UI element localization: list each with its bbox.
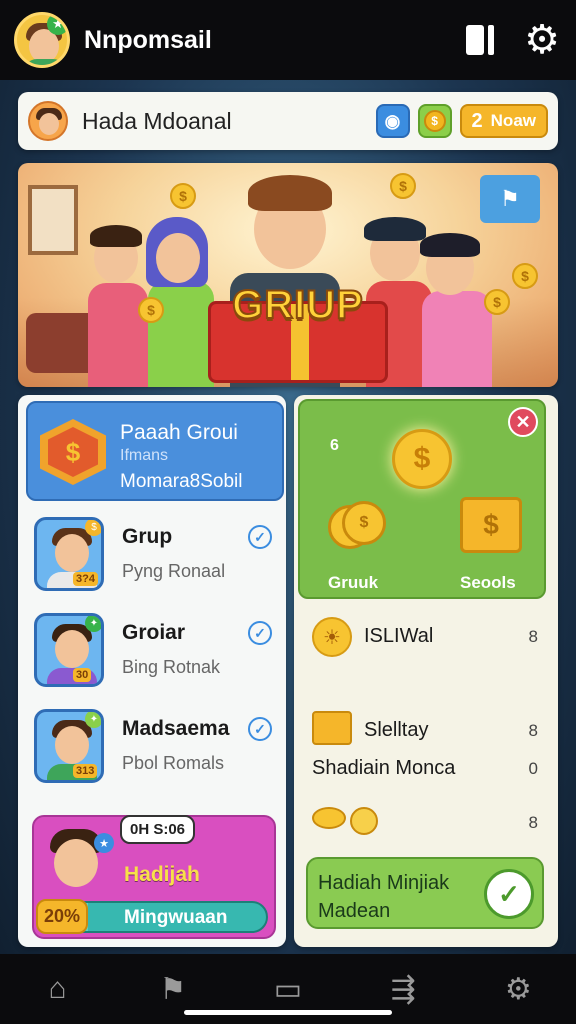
gift-label: Hadijah	[124, 863, 200, 886]
member-item[interactable]: 30 ✦ Groiar Bing Rotnak ✓	[34, 609, 286, 697]
reward-row[interactable]: Slelltay 8	[308, 711, 548, 751]
gift-avatar: ★	[42, 823, 114, 905]
home-icon[interactable]: ⌂	[34, 965, 82, 1013]
coin-button[interactable]: $	[417, 104, 452, 138]
coin-icon: $	[138, 297, 164, 323]
gift-card[interactable]: ★ 0H S:06 Hadijah 20% Mingwuaan	[32, 815, 276, 939]
member-name: Madsaema	[122, 717, 230, 740]
now-button[interactable]: 2 Noaw	[459, 104, 548, 138]
group-title: Paaah Groui	[120, 421, 238, 444]
banner-title: GRIUP	[231, 282, 364, 328]
member-avatar: 30 ✦	[34, 613, 104, 687]
profile-avatar[interactable]: ★	[14, 12, 70, 68]
app-title: Nnpomsail	[84, 25, 212, 54]
now-count: 2	[471, 109, 483, 132]
reward-right-label: Seools	[460, 573, 516, 592]
reward-row-label: Shadiain Monca	[312, 757, 456, 779]
sun-icon: ☀	[312, 617, 352, 657]
user-name: Hada Mdoanal	[82, 107, 232, 134]
reward-row-label: ISLIWal	[364, 625, 434, 647]
coin-icon: $	[423, 110, 446, 132]
coin-icon: $	[512, 263, 538, 289]
coin-stack-icon: $$	[328, 501, 386, 551]
gold-bars-icon	[312, 711, 352, 745]
document-icon[interactable]	[466, 25, 496, 55]
claim-text: Hadiah Minjiak Madean	[318, 869, 449, 925]
inbox-icon[interactable]: ▭	[264, 965, 312, 1013]
claim-line-1: Hadiah Minjiak	[318, 872, 450, 894]
group-subtitle: Ifmans	[120, 447, 169, 464]
home-indicator[interactable]	[184, 1010, 392, 1015]
member-sub: Pyng Ronaal	[122, 561, 226, 581]
member-level: 30	[73, 668, 92, 682]
coin-box-icon: $	[460, 497, 522, 553]
reward-row[interactable]: Shadiain Monca 0	[308, 757, 548, 787]
coins-icon	[312, 807, 378, 835]
member-avatar: 313 ✦	[34, 709, 104, 783]
coin-icon: $	[390, 173, 416, 199]
user-avatar[interactable]	[28, 101, 68, 141]
reward-row-side: 8	[528, 813, 538, 832]
now-label: Noaw	[490, 111, 536, 130]
member-name: Groiar	[122, 621, 186, 644]
member-name: Grup	[122, 525, 173, 548]
flag-icon[interactable]: ⚑	[149, 965, 197, 1013]
share-icon[interactable]: ⇶	[379, 965, 427, 1013]
member-item[interactable]: 313 ✦ Madsaema Pbol Romals ✓	[34, 705, 286, 793]
rewards-panel: ✕ 6 $ $$ $ Gruuk Seools ☀ ISLIWal 8 Slel…	[294, 395, 558, 947]
reward-card[interactable]: ✕ 6 $ $$ $ Gruuk Seools	[298, 399, 546, 599]
reward-row-label: Slelltay	[364, 719, 429, 741]
flag-icon: ⚑	[480, 175, 540, 223]
coin-icon: $	[85, 520, 101, 536]
settings-icon[interactable]: ⚙	[494, 965, 542, 1013]
close-icon[interactable]: ✕	[508, 407, 538, 437]
star-badge-icon: ★	[94, 833, 114, 853]
gear-icon[interactable]: ⚙	[522, 20, 562, 60]
member-sub: Bing Rotnak	[122, 657, 221, 677]
timer-badge: 0H S:06	[120, 815, 196, 844]
coin-icon: $	[484, 289, 510, 315]
check-icon[interactable]: ✓	[248, 621, 272, 645]
reward-row[interactable]: 8	[308, 807, 548, 843]
reward-row-side: 8	[528, 627, 538, 646]
group-card[interactable]: $ Paaah Groui Ifmans Momara8Sobil	[26, 401, 284, 501]
claim-line-2: Madean	[318, 900, 391, 922]
members-panel: $ Paaah Groui Ifmans Momara8Sobil 3?4 $ …	[18, 395, 286, 947]
group-banner[interactable]: ⚑ $ $ $ $ $ GRIUP	[18, 163, 558, 387]
reward-row-side: 8	[528, 721, 538, 740]
member-avatar: 3?4 $	[34, 517, 104, 591]
progress-percent: 20%	[36, 899, 89, 934]
reward-left-label: Gruuk	[328, 573, 379, 592]
user-header-card: Hada Mdoanal ◉ $ 2 Noaw	[18, 92, 558, 150]
coin-icon: $	[392, 429, 452, 489]
leaf-icon: ✦	[85, 712, 101, 728]
member-level: 3?4	[73, 572, 98, 586]
leaf-icon: ✦	[85, 616, 101, 632]
member-level: 313	[73, 764, 98, 778]
group-footer: Momara8Sobil	[120, 471, 243, 492]
shield-icon: $	[40, 419, 106, 485]
check-icon[interactable]: ✓	[248, 717, 272, 741]
reward-corner-number: 6	[330, 437, 339, 454]
claim-button[interactable]: Hadiah Minjiak Madean ✓	[306, 857, 544, 929]
top-bar: ★ Nnpomsail ⚙	[0, 0, 576, 80]
check-chat-icon: ✓	[484, 869, 534, 919]
member-sub: Pbol Romals	[122, 753, 225, 773]
reward-row-side: 0	[528, 759, 538, 778]
check-icon[interactable]: ✓	[248, 525, 272, 549]
wall-picture	[28, 185, 78, 255]
coin-icon: $	[170, 183, 196, 209]
member-item[interactable]: 3?4 $ Grup Pyng Ronaal ✓	[34, 513, 286, 601]
star-badge-icon: ★	[47, 15, 67, 35]
reward-row[interactable]: ☀ ISLIWal 8	[308, 617, 548, 661]
progress-label: Mingwuaan	[124, 907, 228, 928]
record-icon[interactable]: ◉	[375, 104, 410, 138]
